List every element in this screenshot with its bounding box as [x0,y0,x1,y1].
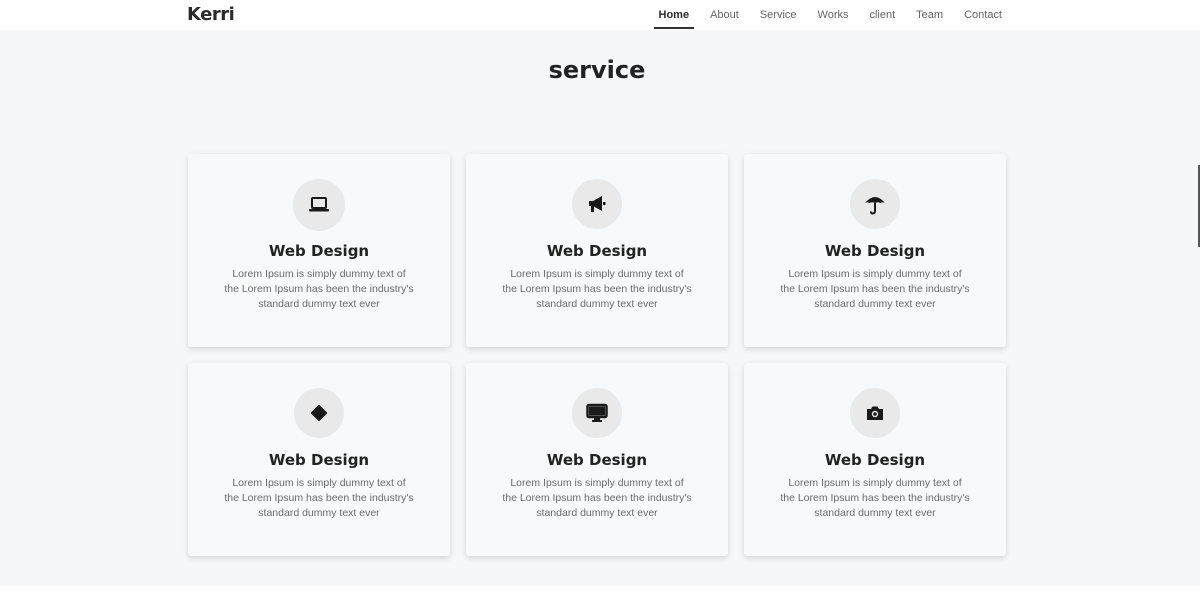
card-title: Web Design [824,451,926,469]
card-title: Web Design [546,451,648,469]
main-nav: Home About Service Works client Team Con… [638,0,1002,30]
service-card: Web Design Lorem Ipsum is simply dummy t… [744,154,1006,347]
umbrella-icon [865,197,885,215]
card-title: Web Design [268,242,370,260]
nav-works[interactable]: Works [818,0,849,21]
desktop-icon [586,403,608,422]
card-description: Lorem Ipsum is simply dummy text of the … [224,477,414,519]
icon-badge [572,179,622,229]
nav-client[interactable]: client [869,0,895,21]
card-title: Web Design [268,451,370,469]
logo[interactable]: Kerri [187,4,235,25]
top-navbar: Kerri Home About Service Works client Te… [0,0,1200,30]
service-card: Web Design Lorem Ipsum is simply dummy t… [188,363,450,556]
nav-service[interactable]: Service [760,0,797,21]
card-title: Web Design [824,242,926,260]
nav-team[interactable]: Team [916,0,943,21]
card-description: Lorem Ipsum is simply dummy text of the … [780,477,970,519]
icon-badge [572,388,622,438]
card-description: Lorem Ipsum is simply dummy text of the … [502,268,692,310]
card-description: Lorem Ipsum is simply dummy text of the … [224,268,414,310]
page: Kerri Home About Service Works client Te… [0,0,1200,607]
card-description: Lorem Ipsum is simply dummy text of the … [502,477,692,519]
service-card: Web Design Lorem Ipsum is simply dummy t… [466,363,728,556]
section-title: service [548,56,646,84]
nav-contact[interactable]: Contact [964,0,1002,21]
card-description: Lorem Ipsum is simply dummy text of the … [780,268,970,310]
icon-badge [293,179,345,231]
diamond-icon [310,404,328,422]
nav-home[interactable]: Home [653,0,694,29]
service-card: Web Design Lorem Ipsum is simply dummy t… [744,363,1006,556]
nav-about[interactable]: About [710,0,739,21]
service-card: Web Design Lorem Ipsum is simply dummy t… [466,154,728,347]
camera-icon [867,406,883,420]
icon-badge [850,179,900,229]
icon-badge [850,388,900,438]
next-section [0,586,1200,607]
laptop-icon [309,197,329,212]
card-title: Web Design [546,242,648,260]
megaphone-icon [589,196,606,212]
service-card: Web Design Lorem Ipsum is simply dummy t… [188,154,450,347]
icon-badge [294,388,344,438]
